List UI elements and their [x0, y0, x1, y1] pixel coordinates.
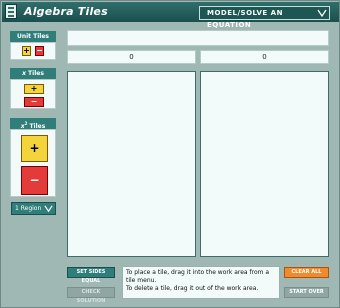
x2-tile-minus[interactable]: −: [21, 166, 48, 195]
equation-display: [67, 30, 329, 46]
app-icon: [5, 4, 17, 19]
start-over-button[interactable]: START OVER: [284, 287, 329, 298]
instruction-delete: To delete a tile, drag it out of the wor…: [126, 285, 259, 292]
x-tile-plus[interactable]: +: [24, 84, 44, 94]
instruction-place: To place a tile, drag it into the work a…: [126, 269, 270, 284]
mode-dropdown-label: MODEL/SOLVE AN EQUATION: [207, 9, 283, 29]
unit-tile-minus[interactable]: −: [35, 46, 44, 56]
x2-tiles-header: x2 Tiles: [10, 118, 56, 130]
x-tiles-header: x Tiles: [10, 68, 56, 79]
x-tile-minus[interactable]: −: [24, 97, 44, 107]
right-work-area[interactable]: [200, 71, 329, 257]
set-sides-equal-button[interactable]: SET SIDES EQUAL: [67, 267, 115, 284]
clear-all-button[interactable]: CLEAR ALL: [284, 267, 329, 278]
title-bar: Algebra Tiles MODEL/SOLVE AN EQUATION: [2, 2, 339, 29]
algebra-tiles-app: Algebra Tiles MODEL/SOLVE AN EQUATION Un…: [0, 0, 340, 308]
region-dropdown-label: 1 Region: [15, 205, 42, 212]
unit-tiles-menu: + −: [10, 42, 56, 60]
x-tiles-menu: + −: [10, 79, 56, 109]
chevron-down-icon: [317, 9, 327, 18]
app-title: Algebra Tiles: [24, 5, 108, 18]
check-solution-button[interactable]: CHECK SOLUTION: [67, 287, 115, 304]
left-work-area[interactable]: [67, 71, 196, 257]
unit-tiles-header: Unit Tiles: [10, 31, 56, 42]
instructions-panel: To place a tile, drag it into the work a…: [122, 266, 280, 299]
mode-dropdown[interactable]: MODEL/SOLVE AN EQUATION: [199, 6, 330, 29]
right-side-value: 0: [200, 50, 329, 64]
x2-tiles-menu: + −: [10, 129, 56, 197]
chevron-down-icon: [44, 205, 53, 213]
left-side-value: 0: [67, 50, 196, 64]
region-dropdown[interactable]: 1 Region: [11, 202, 56, 215]
x2-tile-plus[interactable]: +: [21, 135, 48, 162]
unit-tile-plus[interactable]: +: [22, 46, 31, 56]
